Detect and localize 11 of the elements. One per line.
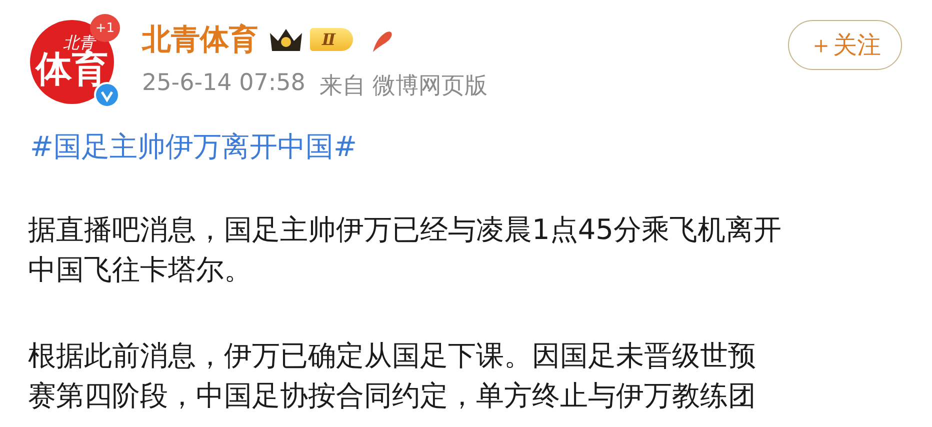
post-text: 中国飞往卡塔尔。 [28,252,253,288]
hashtag-link[interactable]: #国足主帅伊万离开中国# [30,130,357,163]
post-text: 赛第四阶段，中国足协按合同约定，单方终止与伊万教练团 [28,378,757,414]
post-text: 据直播吧消息，国足主帅伊万已经与凌晨1点45分乘飞机离开 [28,212,782,248]
post-text: 根据此前消息，伊万已确定从国足下课。因国足未晋级世预 [28,338,757,374]
avatar-text: 体育 [36,51,108,89]
level-badge: Ⅱ [310,28,354,51]
follow-button[interactable]: ＋关注 [788,20,902,70]
source-text: 来自 微博网页版 [319,72,488,100]
post-time: 25-6-14 07:58 [142,70,306,98]
author-name[interactable]: 北青体育 [142,20,258,60]
